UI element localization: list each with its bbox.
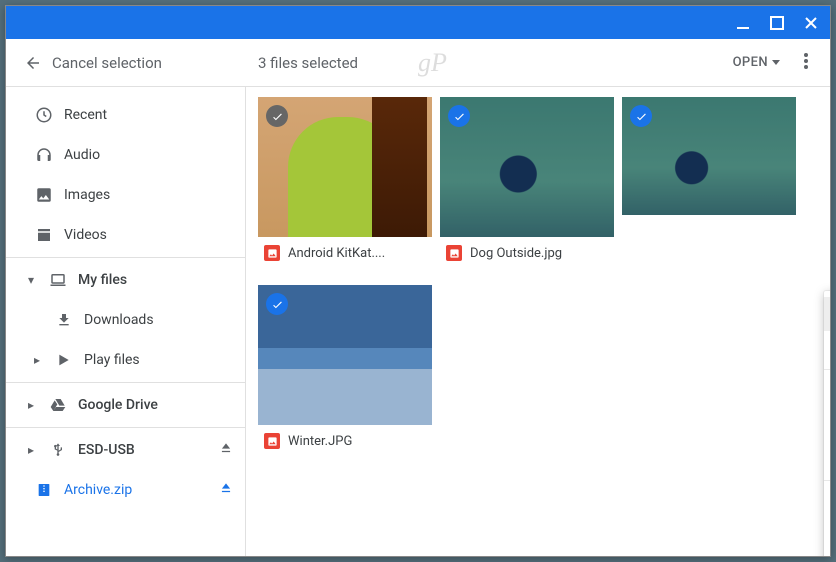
file-label: Android KitKat....: [258, 237, 432, 269]
more-options-button[interactable]: [800, 49, 812, 77]
ctx-rename: Rename Ctrl+Enter: [824, 519, 830, 553]
context-menu: Open with Gallery Open with… Cut Ctrl+X …: [824, 291, 830, 556]
chevron-down-icon: ▾: [24, 273, 38, 287]
sidebar-item-recent[interactable]: Recent: [6, 95, 245, 135]
selection-check[interactable]: [630, 105, 652, 127]
ctx-separator: [824, 480, 830, 481]
divider: [6, 382, 245, 383]
file-thumbnail[interactable]: Winter.JPG: [258, 285, 432, 457]
video-icon: [34, 226, 54, 244]
file-label: Dog Outside.jpg: [440, 237, 614, 269]
sidebar-item-audio[interactable]: Audio: [6, 135, 245, 175]
cancel-label: Cancel selection: [52, 54, 162, 72]
file-thumbnail[interactable]: [622, 97, 796, 215]
sidebar-item-label: Archive.zip: [64, 482, 209, 498]
play-icon: [54, 352, 74, 368]
selection-check[interactable]: [448, 105, 470, 127]
files-app-window: Cancel selection 3 files selected gP OPE…: [5, 5, 831, 557]
chevron-right-icon: ▸: [24, 398, 38, 412]
headphones-icon: [34, 146, 54, 164]
image-file-icon: [264, 433, 280, 449]
sidebar-item-label: Recent: [64, 107, 233, 123]
chevron-right-icon: ▸: [24, 443, 38, 457]
ctx-cut: Cut Ctrl+X: [824, 374, 830, 408]
file-thumbnail[interactable]: Dog Outside.jpg: [440, 97, 614, 269]
archive-icon: [34, 482, 54, 498]
sidebar-item-play-files[interactable]: ▸ Play files: [6, 340, 245, 380]
cancel-selection-button[interactable]: Cancel selection: [24, 54, 162, 72]
drive-icon: [48, 397, 68, 413]
watermark: gP: [418, 48, 447, 78]
maximize-button[interactable]: [770, 16, 784, 30]
ctx-get-info: Get info Space: [824, 485, 830, 519]
sidebar: Recent Audio Images Videos ▾ My files: [6, 87, 246, 556]
sidebar-item-esd-usb[interactable]: ▸ ESD-USB: [6, 430, 245, 470]
thumbnail-image: [622, 97, 796, 215]
selection-check[interactable]: [266, 293, 288, 315]
eject-button[interactable]: [219, 441, 233, 459]
thumbnail-image: [440, 97, 614, 237]
sidebar-item-my-files[interactable]: ▾ My files: [6, 260, 245, 300]
file-label: Winter.JPG: [258, 425, 432, 457]
divider: [6, 257, 245, 258]
image-icon: [34, 186, 54, 204]
file-name: Winter.JPG: [288, 434, 352, 449]
usb-icon: [48, 442, 68, 458]
chevron-right-icon: ▸: [30, 353, 44, 367]
sidebar-item-label: Google Drive: [78, 397, 233, 413]
sidebar-item-label: Downloads: [84, 312, 233, 328]
more-vert-icon: [804, 53, 808, 69]
selection-count: 3 files selected: [258, 54, 358, 72]
file-thumbnail[interactable]: Android KitKat....: [258, 97, 432, 269]
eject-button[interactable]: [219, 481, 233, 499]
image-file-icon: [264, 245, 280, 261]
close-button[interactable]: [804, 16, 818, 30]
thumbnail-image: [258, 285, 432, 425]
toolbar: Cancel selection 3 files selected gP OPE…: [6, 39, 830, 87]
open-button[interactable]: OPEN: [725, 49, 788, 76]
window-titlebar: [6, 6, 830, 39]
sidebar-item-google-drive[interactable]: ▸ Google Drive: [6, 385, 245, 425]
file-grid: Android KitKat.... Dog Outside.jpg: [246, 87, 830, 556]
sidebar-item-label: My files: [78, 272, 233, 288]
ctx-copy[interactable]: Copy Ctrl+C: [824, 408, 830, 442]
ctx-separator: [824, 369, 830, 370]
clock-icon: [34, 106, 54, 124]
file-name: Android KitKat....: [288, 246, 385, 261]
sidebar-item-label: Images: [64, 187, 233, 203]
file-name: Dog Outside.jpg: [470, 246, 562, 261]
image-file-icon: [446, 245, 462, 261]
divider: [6, 427, 245, 428]
ctx-open-with[interactable]: Open with…: [824, 331, 830, 365]
ctx-paste: Paste Ctrl+V: [824, 442, 830, 476]
sidebar-item-label: ESD-USB: [78, 442, 209, 458]
sidebar-item-archive[interactable]: Archive.zip: [6, 470, 245, 510]
sidebar-item-images[interactable]: Images: [6, 175, 245, 215]
sidebar-item-downloads[interactable]: Downloads: [6, 300, 245, 340]
sidebar-item-videos[interactable]: Videos: [6, 215, 245, 255]
sidebar-item-label: Videos: [64, 227, 233, 243]
thumbnail-image: [258, 97, 432, 237]
download-icon: [54, 312, 74, 328]
laptop-icon: [48, 271, 68, 289]
body: Recent Audio Images Videos ▾ My files: [6, 87, 830, 556]
back-arrow-icon: [24, 54, 42, 72]
ctx-delete: Delete Alt+Backspace: [824, 553, 830, 556]
selection-check[interactable]: [266, 105, 288, 127]
open-label: OPEN: [733, 55, 768, 70]
dropdown-icon: [772, 60, 780, 65]
minimize-button[interactable]: [736, 16, 750, 30]
sidebar-item-label: Play files: [84, 352, 233, 368]
ctx-open-with-gallery[interactable]: Open with Gallery: [824, 297, 830, 331]
sidebar-item-label: Audio: [64, 147, 233, 163]
